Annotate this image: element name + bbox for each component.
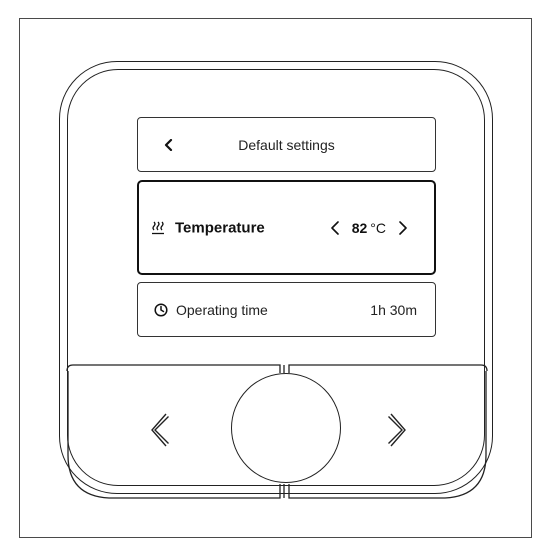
chevron-right-icon	[387, 412, 409, 448]
center-knob-button[interactable]	[231, 373, 341, 483]
chevron-left-icon	[148, 412, 170, 448]
